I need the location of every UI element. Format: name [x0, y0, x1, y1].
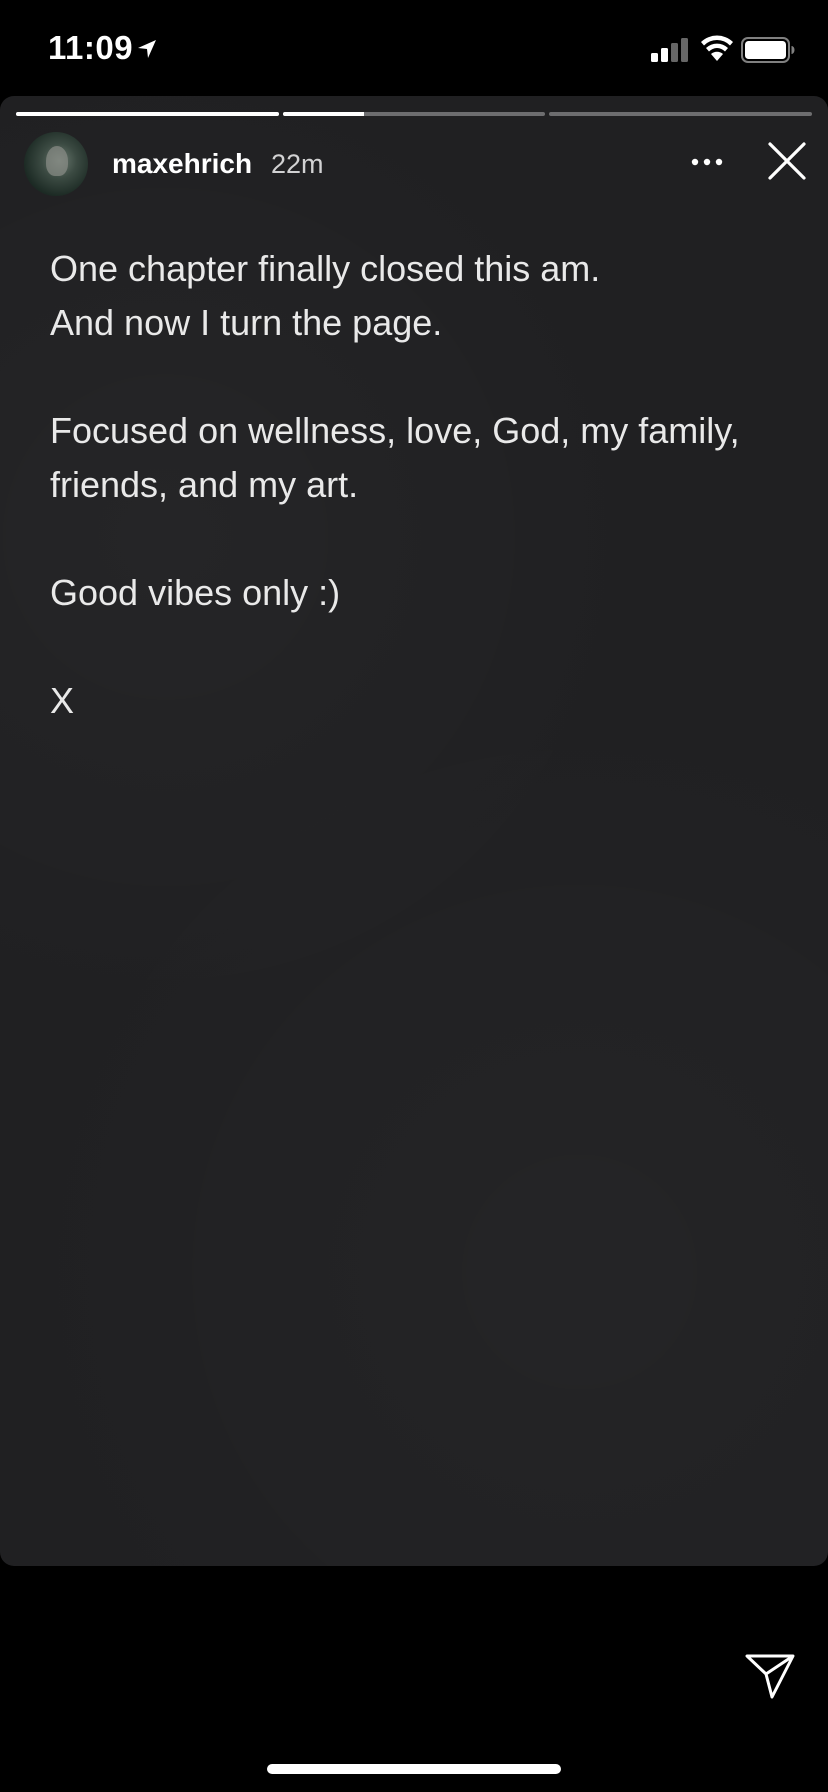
story-text-line: Focused on wellness, love, God, my famil… [50, 410, 740, 451]
progress-fill [282, 112, 365, 116]
close-icon[interactable] [766, 140, 808, 182]
wifi-icon [701, 35, 733, 61]
story-text-line: friends, and my art. [50, 464, 359, 505]
cellular-signal-icon [651, 38, 688, 62]
story-text: One chapter finally closed this am. And … [50, 242, 790, 728]
story-text-line: One chapter finally closed this am. [50, 248, 601, 289]
story-progress-bar [16, 112, 813, 116]
story-text-line: And now I turn the page. [50, 302, 443, 343]
story-viewer[interactable]: maxehrich 22m One chapter finally closed… [0, 96, 828, 1566]
progress-segment [549, 112, 813, 116]
avatar[interactable] [24, 132, 88, 196]
status-bar: 11:09 [0, 0, 828, 96]
progress-segment [16, 112, 279, 116]
more-dots-icon[interactable] [690, 152, 724, 172]
story-text-line: X [50, 680, 75, 721]
send-icon[interactable] [744, 1652, 796, 1700]
story-text-line: Good vibes only :) [50, 572, 341, 613]
location-arrow-icon [138, 40, 156, 58]
username[interactable]: maxehrich [112, 148, 252, 180]
status-time: 11:09 [48, 29, 134, 66]
battery-icon [741, 37, 795, 63]
progress-fill [16, 112, 279, 116]
progress-segment [282, 112, 546, 116]
post-time-ago: 22m [271, 149, 324, 179]
home-indicator[interactable] [267, 1764, 561, 1774]
